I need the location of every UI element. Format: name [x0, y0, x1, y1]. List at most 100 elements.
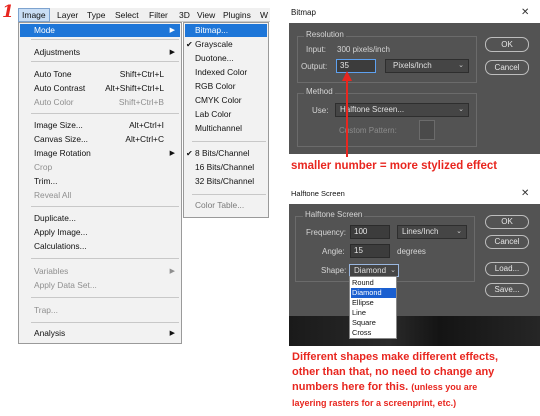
menu-item-mode[interactable]: Mode ▶ — [20, 24, 180, 37]
menu-item-label: Trim... — [34, 176, 58, 186]
bitmap-dialog: Bitmap ✕ Resolution Input: 300 pixels/in… — [287, 4, 540, 157]
menu-plugins[interactable]: Plugins — [220, 8, 254, 22]
menu-item-trap: Trap... — [20, 304, 180, 317]
menu-view[interactable]: View — [194, 8, 218, 22]
submenu-item-label: 8 Bits/Channel — [195, 148, 250, 158]
menu-item-label: Crop — [34, 162, 53, 172]
shape-option-round[interactable]: Round — [351, 278, 396, 288]
menu-item-adjustments[interactable]: Adjustments ▶ — [20, 46, 180, 59]
menu-item-image-size[interactable]: Image Size... Alt+Ctrl+I — [20, 119, 180, 132]
caption-shapes-line-3-main: numbers here for this. — [292, 381, 409, 393]
shape-option-cross[interactable]: Cross — [351, 328, 396, 338]
close-icon[interactable]: ✕ — [521, 188, 529, 199]
shape-option-diamond[interactable]: Diamond — [351, 288, 396, 298]
submenu-arrow-icon: ▶ — [169, 268, 175, 275]
shape-option-line[interactable]: Line — [351, 308, 396, 318]
dialog-title: Halftone Screen — [291, 189, 345, 198]
menu-item-label: Apply Data Set... — [34, 280, 97, 290]
menu-item-label: Adjustments — [34, 47, 81, 57]
menu-item-label: Mode — [34, 25, 55, 35]
cancel-button[interactable]: Cancel — [485, 235, 529, 249]
menu-item-auto-contrast[interactable]: Auto Contrast Alt+Shift+Ctrl+L — [20, 82, 180, 95]
menu-item-canvas-size[interactable]: Canvas Size... Alt+Ctrl+C — [20, 133, 180, 146]
submenu-item-label: Grayscale — [195, 39, 233, 49]
menu-select[interactable]: Select — [112, 8, 142, 22]
menu-item-label: Auto Tone — [34, 69, 72, 79]
menu-item-duplicate[interactable]: Duplicate... — [20, 212, 180, 225]
menu-filter[interactable]: Filter — [146, 8, 171, 22]
menu-type[interactable]: Type — [84, 8, 108, 22]
menu-3d[interactable]: 3D — [176, 8, 193, 22]
menu-divider — [31, 61, 179, 62]
caption-shapes-line-4: layering rasters for a screenprint, etc.… — [292, 398, 457, 408]
shape-label: Shape: — [321, 266, 347, 275]
frequency-input[interactable]: 100 — [350, 225, 390, 239]
submenu-item-8-bits[interactable]: ✔ 8 Bits/Channel — [185, 147, 267, 160]
submenu-item-rgb-color[interactable]: RGB Color — [185, 80, 267, 93]
menu-item-crop: Crop — [20, 161, 180, 174]
menu-item-auto-tone[interactable]: Auto Tone Shift+Ctrl+L — [20, 68, 180, 81]
menu-item-image-rotation[interactable]: Image Rotation ▶ — [20, 147, 180, 160]
submenu-item-32-bits[interactable]: 32 Bits/Channel — [185, 175, 267, 188]
menu-divider — [31, 206, 179, 207]
chevron-down-icon: ⌄ — [390, 267, 396, 274]
angle-unit: degrees — [397, 247, 426, 256]
submenu-item-duotone[interactable]: Duotone... — [185, 52, 267, 65]
menu-item-auto-color: Auto Color Shift+Ctrl+B — [20, 96, 180, 109]
menu-image[interactable]: Image — [18, 8, 50, 22]
frequency-unit-select[interactable]: Lines/Inch ⌄ — [397, 225, 467, 239]
menu-window[interactable]: W — [257, 8, 271, 22]
submenu-item-label: Bitmap... — [195, 25, 229, 35]
menu-divider — [192, 141, 266, 142]
menu-item-label: Auto Color — [34, 97, 74, 107]
menu-divider — [31, 258, 179, 259]
shape-option-square[interactable]: Square — [351, 318, 396, 328]
menu-item-label: Canvas Size... — [34, 134, 88, 144]
submenu-item-bitmap[interactable]: Bitmap... — [185, 24, 267, 37]
halftone-screen-dialog: Halftone Screen ✕ Halftone Screen Freque… — [287, 184, 540, 346]
submenu-item-color-table: Color Table... — [185, 199, 267, 212]
menu-item-label: Analysis — [34, 328, 66, 338]
menu-item-trim[interactable]: Trim... — [20, 175, 180, 188]
menu-item-calculations[interactable]: Calculations... — [20, 240, 180, 253]
menu-divider — [31, 113, 179, 114]
angle-input[interactable]: 15 — [350, 244, 390, 258]
submenu-item-indexed-color[interactable]: Indexed Color — [185, 66, 267, 79]
check-icon: ✔ — [186, 149, 193, 158]
shortcut-label: Shift+Ctrl+L — [119, 69, 164, 79]
shape-option-ellipse[interactable]: Ellipse — [351, 298, 396, 308]
menu-item-analysis[interactable]: Analysis ▶ — [20, 327, 180, 340]
angle-label: Angle: — [322, 247, 345, 256]
close-icon[interactable]: ✕ — [521, 7, 529, 18]
caption-shapes-line-2: other than that, no need to change any — [292, 366, 495, 378]
submenu-arrow-icon: ▶ — [169, 150, 175, 157]
menu-layer[interactable]: Layer — [54, 8, 81, 22]
ok-button[interactable]: OK — [485, 37, 529, 52]
submenu-item-lab-color[interactable]: Lab Color — [185, 108, 267, 121]
submenu-item-multichannel[interactable]: Multichannel — [185, 122, 267, 135]
method-group-label: Method — [304, 87, 335, 96]
cancel-button[interactable]: Cancel — [485, 60, 529, 75]
submenu-item-label: CMYK Color — [195, 95, 242, 105]
dialog-titlebar: Bitmap ✕ — [287, 4, 540, 23]
menu-item-label: Image Size... — [34, 120, 83, 130]
annotation-arrow-icon — [342, 71, 352, 157]
save-button[interactable]: Save... — [485, 283, 529, 297]
load-button[interactable]: Load... — [485, 262, 529, 276]
menu-item-label: Calculations... — [34, 241, 87, 251]
dialog-body: Halftone Screen Frequency: 100 Lines/Inc… — [289, 204, 540, 346]
submenu-item-grayscale[interactable]: ✔ Grayscale — [185, 38, 267, 51]
menu-item-apply-image[interactable]: Apply Image... — [20, 226, 180, 239]
chevron-down-icon: ⌄ — [456, 228, 462, 235]
menu-item-variables: Variables ▶ — [20, 265, 180, 278]
check-icon: ✔ — [186, 40, 193, 49]
ok-button[interactable]: OK — [485, 215, 529, 229]
submenu-item-cmyk-color[interactable]: CMYK Color — [185, 94, 267, 107]
output-unit-select[interactable]: Pixels/Inch ⌄ — [385, 59, 469, 73]
frequency-label: Frequency: — [306, 228, 347, 237]
dialog-titlebar: Halftone Screen ✕ — [287, 184, 540, 204]
dialog-body: Resolution Input: 300 pixels/inch Output… — [289, 23, 540, 157]
menu-bar: Image Layer Type Select Filter 3D View P… — [18, 8, 270, 22]
submenu-item-16-bits[interactable]: 16 Bits/Channel — [185, 161, 267, 174]
shortcut-label: Alt+Ctrl+I — [129, 120, 164, 130]
